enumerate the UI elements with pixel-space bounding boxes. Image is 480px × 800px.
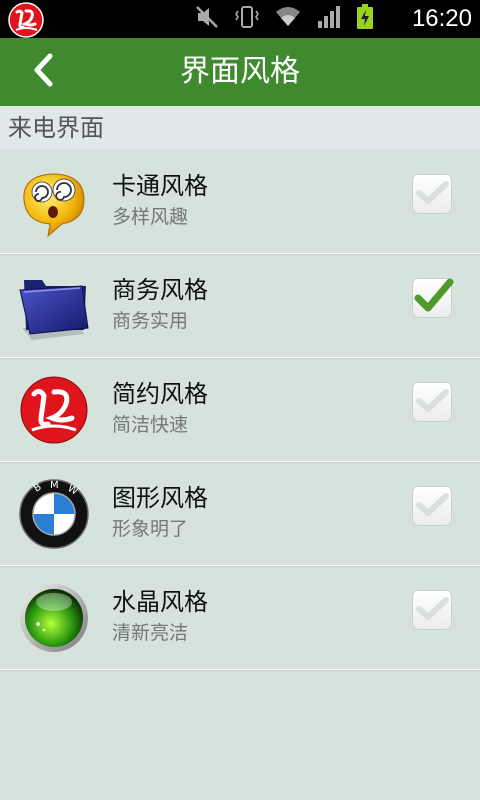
style-checkbox[interactable] (410, 380, 454, 424)
style-description: 形象明了 (112, 518, 189, 540)
signal-icon (316, 4, 342, 34)
vibrate-icon (234, 4, 260, 34)
folder-icon (18, 270, 90, 342)
style-checkbox[interactable] (410, 276, 454, 320)
style-checkbox[interactable] (410, 484, 454, 528)
mute-icon (194, 4, 220, 34)
svg-text:M: M (50, 480, 59, 491)
battery-charging-icon (356, 4, 374, 34)
style-name: 卡通风格 (112, 172, 208, 200)
style-checkbox[interactable] (410, 588, 454, 632)
style-checkbox[interactable] (410, 172, 454, 216)
style-list: 卡通风格 多样风趣 商务风格 商务实用 简约风格 简洁快速 B M W 图形风格… (0, 150, 480, 670)
style-name: 商务风格 (112, 276, 208, 304)
style-name: 图形风格 (112, 484, 208, 512)
list-item-crystal-style[interactable]: 水晶风格 清新亮洁 (0, 566, 480, 670)
style-description: 商务实用 (112, 310, 189, 332)
list-item-simple-style[interactable]: 简约风格 简洁快速 (0, 358, 480, 462)
app-logo-icon (18, 374, 90, 446)
bmw-logo-icon: B M W (18, 478, 90, 550)
style-name: 简约风格 (112, 380, 208, 408)
style-name: 水晶风格 (112, 588, 208, 616)
page-title: 界面风格 (180, 54, 300, 89)
section-header: 来电界面 (0, 106, 480, 150)
list-item-cartoon-style[interactable]: 卡通风格 多样风趣 (0, 150, 480, 254)
title-bar: 界面风格 (0, 38, 480, 106)
status-time: 16:20 (411, 5, 472, 32)
list-item-business-style[interactable]: 商务风格 商务实用 (0, 254, 480, 358)
style-description: 清新亮洁 (112, 622, 189, 644)
app-logo-icon (8, 2, 44, 38)
style-description: 多样风趣 (112, 206, 189, 228)
style-description: 简洁快速 (112, 414, 189, 436)
wifi-icon (274, 4, 302, 34)
list-item-graphic-style[interactable]: B M W 图形风格 形象明了 (0, 462, 480, 566)
cartoon-face-icon (18, 166, 90, 238)
status-bar: 16:20 (0, 0, 480, 38)
crystal-ball-icon (18, 582, 90, 654)
